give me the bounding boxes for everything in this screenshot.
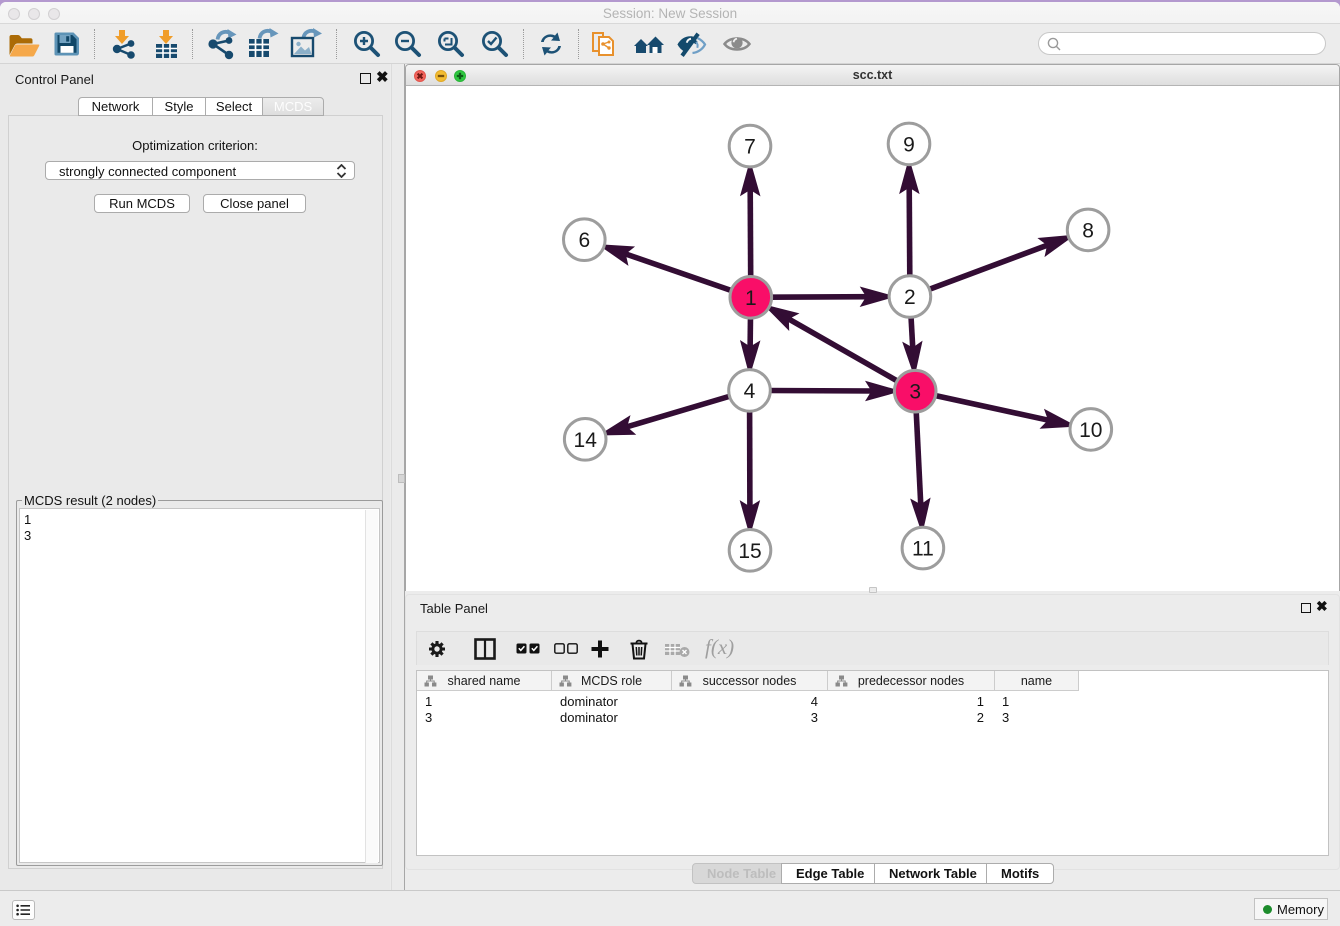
svg-text:4: 4: [744, 380, 756, 403]
svg-text:11: 11: [912, 538, 934, 561]
svg-text:8: 8: [1082, 219, 1094, 242]
svg-text:14: 14: [574, 429, 598, 452]
svg-text:15: 15: [738, 540, 761, 563]
svg-text:6: 6: [578, 229, 590, 252]
svg-text:10: 10: [1079, 419, 1102, 442]
svg-text:2: 2: [904, 286, 916, 309]
svg-text:7: 7: [744, 136, 756, 159]
svg-text:1: 1: [745, 287, 757, 310]
svg-text:9: 9: [903, 133, 915, 156]
svg-text:3: 3: [909, 381, 921, 404]
